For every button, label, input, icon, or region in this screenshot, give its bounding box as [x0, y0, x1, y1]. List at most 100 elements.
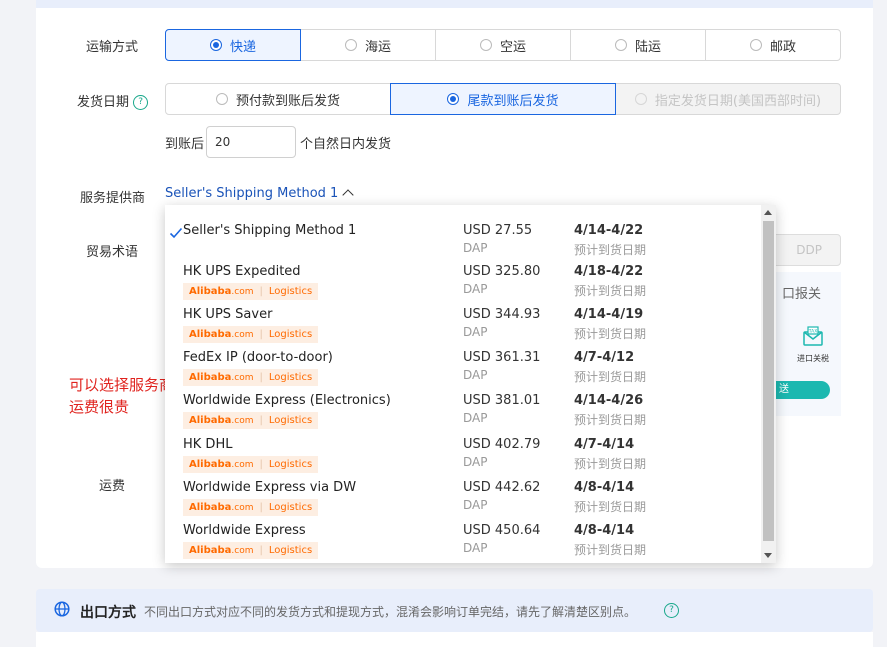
method-date-label: 预计到货日期 — [574, 543, 647, 557]
method-name: Seller's Shipping Method 1 — [183, 223, 357, 238]
scrollbar-thumb[interactable] — [763, 221, 774, 541]
ship-date-option-balance[interactable]: 尾款到账后发货 — [390, 83, 616, 115]
method-date-label: 预计到货日期 — [574, 413, 647, 427]
dropdown-scrollbar[interactable] — [761, 205, 776, 563]
check-icon — [169, 227, 183, 239]
logistics-text: Logistics — [268, 502, 313, 513]
alibaba-logistics-tag: Alibaba.com | Logistics — [183, 499, 319, 516]
method-term: DAP — [463, 368, 488, 382]
alibaba-brand: Alibaba.com — [189, 459, 254, 470]
radio-icon — [749, 39, 762, 51]
tag-separator: | — [259, 502, 263, 513]
alibaba-brand: Alibaba.com — [189, 329, 254, 340]
method-term: DAP — [463, 241, 488, 255]
tag-separator: | — [259, 372, 263, 383]
method-date-label: 预计到货日期 — [574, 457, 647, 471]
method-dates: 4/14-4/19 — [574, 307, 644, 322]
tag-separator: | — [259, 329, 263, 340]
alibaba-logistics-tag: Alibaba.com | Logistics — [183, 542, 319, 559]
ddp-option: DDP — [775, 234, 841, 266]
tag-separator: | — [259, 415, 263, 426]
method-date-label: 预计到货日期 — [574, 284, 647, 298]
logistics-text: Logistics — [268, 545, 313, 556]
method-price: USD 344.93 — [463, 307, 541, 322]
transport-label: 运输方式 — [86, 40, 139, 55]
annotation-line-1: 可以选择服务商 — [69, 376, 175, 394]
question-circle-icon[interactable]: ? — [133, 95, 149, 110]
method-price: USD 450.64 — [463, 523, 541, 538]
logistics-text: Logistics — [268, 329, 313, 340]
radio-icon — [215, 93, 228, 105]
alibaba-brand: Alibaba.com — [189, 286, 254, 297]
ship-date-segmented-control: 预付款到账后发货 尾款到账后发货 指定发货日期(美国西部时间) — [165, 83, 841, 115]
transport-option-express[interactable]: 快递 — [165, 29, 301, 61]
annotation-line-2: 运费很贵 — [69, 398, 130, 416]
next-section-card — [36, 632, 873, 647]
export-description: 不同出口方式对应不同的发货方式和提现方式，混淆会影响订单完结，请先了解清楚区别点… — [144, 605, 637, 619]
logistics-text: Logistics — [268, 459, 313, 470]
method-name: HK UPS Expedited — [183, 264, 301, 279]
method-term: DAP — [463, 498, 488, 512]
method-price: USD 381.01 — [463, 393, 541, 408]
question-circle-icon[interactable]: ? — [664, 603, 679, 618]
radio-icon — [634, 93, 647, 105]
red-annotation: 可以选择服务商 运费很贵 — [69, 374, 174, 418]
alibaba-brand: Alibaba.com — [189, 545, 254, 556]
method-term: DAP — [463, 455, 488, 469]
teal-toggle-bar[interactable]: 送 — [775, 381, 830, 399]
method-term: DAP — [463, 325, 488, 339]
method-date-label: 预计到货日期 — [574, 243, 647, 257]
alibaba-logistics-tag: Alibaba.com | Logistics — [183, 412, 319, 429]
transport-segmented-control: 快递 海运 空运 陆运 邮政 — [165, 29, 841, 61]
tag-separator: | — [259, 545, 263, 556]
top-section-strip — [36, 0, 873, 8]
transport-option-land[interactable]: 陆运 — [570, 29, 706, 61]
alibaba-logistics-tag: Alibaba.com | Logistics — [183, 369, 319, 386]
logistics-text: Logistics — [268, 415, 313, 426]
ship-date-option-prepay[interactable]: 预付款到账后发货 — [165, 83, 391, 115]
alibaba-brand: Alibaba.com — [189, 372, 254, 383]
alibaba-brand: Alibaba.com — [189, 502, 254, 513]
transport-option-post[interactable]: 邮政 — [705, 29, 841, 61]
method-term: DAP — [463, 411, 488, 425]
radio-icon — [209, 39, 222, 51]
transport-option-air[interactable]: 空运 — [435, 29, 571, 61]
shipping-method-dropdown: Seller's Shipping Method 1 USD 27.55 DAP… — [165, 205, 776, 563]
svg-text:TAX: TAX — [808, 329, 818, 335]
provider-select[interactable]: Seller's Shipping Method 1 — [165, 186, 354, 201]
days-suffix-label: 个自然日内发货 — [300, 137, 392, 152]
tag-separator: | — [259, 459, 263, 470]
radio-icon — [344, 39, 357, 51]
logistics-text: Logistics — [268, 372, 313, 383]
method-name: Worldwide Express — [183, 523, 306, 538]
radio-icon — [614, 39, 627, 51]
alibaba-logistics-tag: Alibaba.com | Logistics — [183, 456, 319, 473]
method-name: Worldwide Express via DW — [183, 480, 357, 495]
globe-icon — [54, 601, 70, 617]
method-price: USD 402.79 — [463, 437, 541, 452]
method-date-label: 预计到货日期 — [574, 500, 647, 514]
method-date-label: 预计到货日期 — [574, 370, 647, 384]
method-dates: 4/14-4/26 — [574, 393, 644, 408]
customs-text: 口报关 — [782, 287, 822, 302]
transport-option-sea[interactable]: 海运 — [300, 29, 436, 61]
import-duty-caption: 进口关税 — [797, 354, 829, 363]
method-term: DAP — [463, 541, 488, 555]
method-dates: 4/7-4/14 — [574, 437, 635, 452]
freight-label: 运费 — [99, 479, 126, 494]
method-price: USD 325.80 — [463, 264, 541, 279]
method-date-label: 预计到货日期 — [574, 327, 647, 341]
scroll-down-arrow-icon[interactable] — [764, 553, 772, 558]
alibaba-logistics-tag: Alibaba.com | Logistics — [183, 326, 319, 343]
method-dates: 4/18-4/22 — [574, 264, 644, 279]
ship-date-label-row: 发货日期 ? — [77, 91, 149, 110]
method-price: USD 361.31 — [463, 350, 541, 365]
method-price: USD 27.55 — [463, 223, 533, 238]
radio-icon — [447, 93, 460, 105]
days-input[interactable]: 20 — [206, 126, 296, 158]
ship-date-option-specified: 指定发货日期(美国西部时间) — [615, 83, 841, 115]
radio-icon — [479, 39, 492, 51]
envelope-tax-icon: TAX — [802, 326, 824, 348]
scroll-up-arrow-icon[interactable] — [764, 210, 772, 215]
logistics-text: Logistics — [268, 286, 313, 297]
